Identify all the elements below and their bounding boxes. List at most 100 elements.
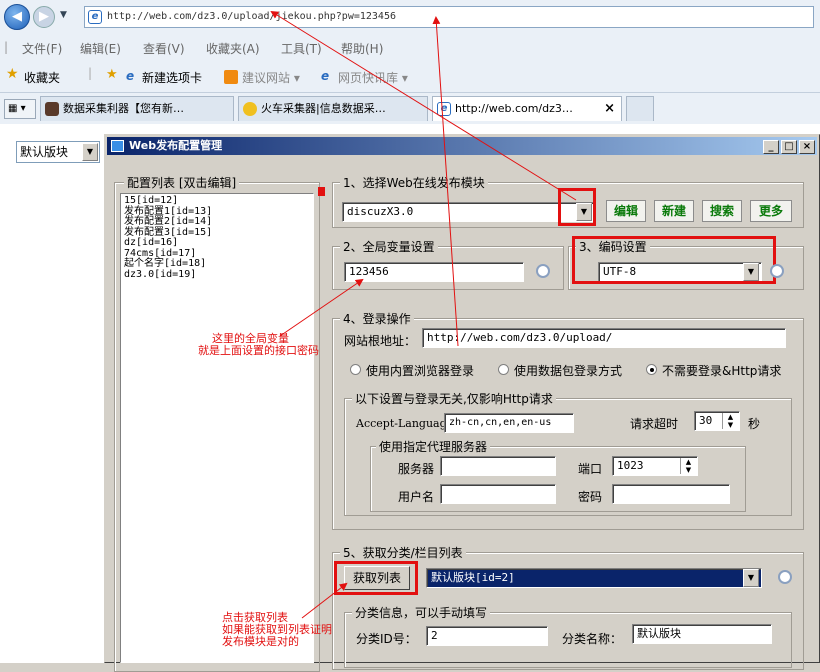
port-spinner-icon[interactable]: ▲ ▼ — [680, 458, 696, 474]
menu-file[interactable]: 文件(F) — [22, 40, 62, 57]
tab-data-collector[interactable]: 数据采集利器【您有新… — [40, 96, 234, 121]
annotation-global-var-line2: 就是上面设置的接口密码 — [198, 344, 319, 357]
ie-page-icon: e — [88, 10, 102, 24]
edit-button[interactable]: 编辑 — [606, 200, 646, 222]
maximize-icon[interactable]: □ — [781, 140, 797, 154]
category-select[interactable]: 默认版块 ▼ — [16, 141, 100, 163]
menu-edit[interactable]: 编辑(E) — [80, 40, 121, 57]
radio-no-login-label: 不需要登录&Http请求 — [662, 364, 782, 378]
tab-title: 火车采集器|信息数据采… — [261, 102, 386, 115]
list-item[interactable]: dz3.0[id=19] — [124, 269, 310, 281]
list-item[interactable]: 发布配置2[id=14] — [124, 216, 310, 228]
close-tab-icon[interactable]: × — [604, 97, 615, 120]
minimize-icon[interactable]: _ — [763, 140, 779, 154]
category-list-select[interactable]: 默认版块[id=2] — [426, 568, 762, 588]
radio-no-login[interactable] — [646, 364, 657, 375]
highlight-box — [572, 236, 776, 284]
server-input[interactable] — [440, 456, 556, 476]
tab-title: 数据采集利器【您有新… — [63, 102, 184, 115]
highlight-box — [558, 188, 596, 226]
add-favorite-icon[interactable]: ★ — [106, 67, 118, 82]
highlight-box — [334, 561, 418, 595]
dialog-title: Web发布配置管理 — [129, 139, 223, 152]
root-url-label: 网站根地址： — [344, 334, 417, 348]
suggested-sites-icon — [224, 70, 238, 84]
menu-tools[interactable]: 工具(T) — [281, 40, 322, 57]
timeout-spinner-icon[interactable]: ▲ ▼ — [722, 413, 738, 429]
menu-help[interactable]: 帮助(H) — [341, 40, 383, 57]
radio-packet-login[interactable] — [498, 364, 509, 375]
menu-favorites[interactable]: 收藏夹(A) — [206, 40, 260, 57]
menu-view[interactable]: 查看(V) — [143, 40, 185, 57]
timeout-unit: 秒 — [748, 417, 761, 431]
ie-icon: e — [321, 69, 330, 83]
browser-chrome: ◀ ▶ ▼ http://web.com/dz3.0/upload/jiekou… — [0, 0, 820, 124]
global-var-input[interactable]: 123456 — [344, 262, 524, 282]
chevron-down-icon[interactable]: ▼ — [82, 143, 98, 161]
suggested-sites-link[interactable]: 建议网站 ▾ — [242, 69, 300, 86]
list-item[interactable]: 15[id=12] — [124, 195, 310, 207]
favorites-button[interactable]: 收藏夹 — [24, 69, 60, 86]
category-name-input[interactable]: 默认版块 — [632, 624, 772, 644]
radio-packet-label: 使用数据包登录方式 — [514, 364, 623, 378]
accept-language-input[interactable]: zh-cn,cn,en,en-us — [444, 413, 574, 433]
category-legend: 5、获取分类/栏目列表 — [340, 544, 466, 561]
search-button[interactable]: 搜索 — [702, 200, 742, 222]
annotation-fetch-line3: 发布模块是对的 — [222, 635, 299, 648]
forward-icon[interactable]: ▶ — [33, 6, 55, 28]
module-legend: 1、选择Web在线发布模块 — [340, 174, 488, 191]
quick-tabs-button[interactable]: ▦ ▾ — [4, 99, 36, 119]
back-icon[interactable]: ◀ — [4, 4, 30, 30]
ie-icon: e — [437, 102, 451, 116]
http-settings-legend: 以下设置与登录无关,仅影响Http请求 — [352, 390, 556, 407]
splitter-marker — [318, 187, 325, 196]
separator: | — [88, 66, 93, 80]
global-var-legend: 2、全局变量设置 — [340, 238, 438, 255]
chevron-down-icon[interactable]: ▼ — [743, 569, 759, 587]
config-list[interactable]: 15[id=12] 发布配置1[id=13] 发布配置2[id=14] 发布配置… — [120, 193, 314, 663]
password-label: 密码 — [578, 490, 603, 504]
category-select-value: 默认版块 — [20, 145, 69, 159]
site-icon — [45, 102, 59, 116]
history-dropdown-icon[interactable]: ▼ — [60, 10, 67, 20]
app-icon — [111, 140, 124, 152]
root-url-input[interactable]: http://web.com/dz3.0/upload/ — [422, 328, 786, 348]
password-input[interactable] — [612, 484, 730, 504]
ie-icon: e — [126, 69, 135, 83]
site-icon — [243, 102, 257, 116]
tab-title: http://web.com/dz3… — [455, 102, 573, 115]
username-input[interactable] — [440, 484, 556, 504]
address-bar[interactable]: http://web.com/dz3.0/upload/jiekou.php?p… — [84, 6, 814, 28]
tab-active-jiekou[interactable]: e http://web.com/dz3… × — [432, 96, 622, 121]
username-label: 用户名 — [398, 490, 435, 504]
category-name-label: 分类名称： — [562, 632, 623, 646]
proxy-legend: 使用指定代理服务器 — [376, 438, 491, 455]
star-icon: ★ — [6, 66, 19, 82]
menu-bar: | 文件(F) 编辑(E) 查看(V) 收藏夹(A) 工具(T) 帮助(H) — [0, 36, 820, 60]
server-label: 服务器 — [398, 462, 435, 476]
list-item[interactable]: 起个名字[id=18] — [124, 258, 310, 270]
new-tab-link[interactable]: 新建选项卡 — [142, 69, 202, 86]
web-slice-link[interactable]: 网页快讯库 ▾ — [338, 69, 408, 86]
port-label: 端口 — [578, 462, 603, 476]
tab-bar: ▦ ▾ 数据采集利器【您有新… 火车采集器|信息数据采… e http://we… — [0, 92, 820, 122]
search-icon[interactable] — [536, 264, 550, 278]
list-item[interactable]: dz[id=16] — [124, 237, 310, 249]
new-tab-button[interactable] — [626, 96, 654, 121]
tab-locomotive[interactable]: 火车采集器|信息数据采… — [238, 96, 428, 121]
search-icon[interactable] — [770, 264, 784, 278]
timeout-label: 请求超时 — [630, 417, 679, 431]
new-button[interactable]: 新建 — [654, 200, 694, 222]
close-icon[interactable]: × — [799, 140, 815, 154]
category-info-legend: 分类信息，可以手动填写 — [352, 604, 491, 621]
favorites-bar: ★ 收藏夹 | ★ e 新建选项卡 建议网站 ▾ e 网页快讯库 ▾ — [0, 62, 820, 90]
accept-language-label: Accept-Language — [356, 417, 454, 430]
category-id-input[interactable]: 2 — [426, 626, 548, 646]
search-icon[interactable] — [778, 570, 792, 584]
radio-builtin-label: 使用内置浏览器登录 — [366, 364, 475, 378]
radio-builtin-browser[interactable] — [350, 364, 361, 375]
more-button[interactable]: 更多 — [750, 200, 792, 222]
menu-separator: | — [4, 40, 9, 54]
dialog-titlebar: Web发布配置管理 _ □ × — [107, 137, 817, 155]
category-id-label: 分类ID号： — [356, 632, 417, 646]
